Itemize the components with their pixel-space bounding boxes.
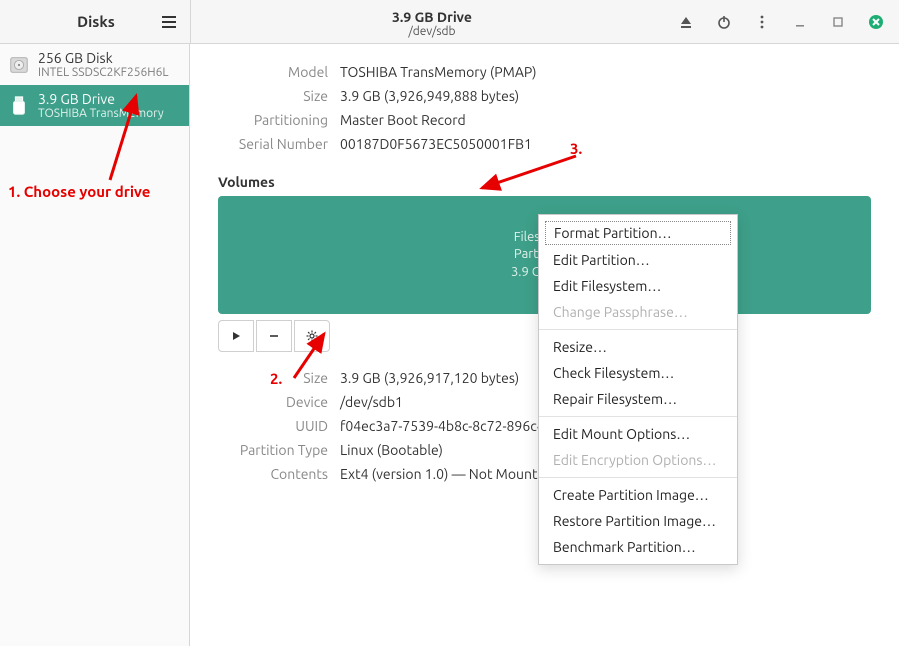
- menu-check-filesystem[interactable]: Check Filesystem…: [539, 360, 737, 386]
- drive-info-grid: Model TOSHIBA TransMemory (PMAP) Size 3.…: [218, 64, 871, 152]
- menu-repair-filesystem[interactable]: Repair Filesystem…: [539, 386, 737, 412]
- model-value: TOSHIBA TransMemory (PMAP): [340, 64, 871, 80]
- delete-partition-button[interactable]: [256, 320, 292, 352]
- menu-format-partition[interactable]: Format Partition…: [545, 221, 731, 245]
- part-contents-label: Contents: [218, 466, 328, 482]
- menu-separator: [539, 329, 737, 330]
- menu-change-passphrase: Change Passphrase…: [539, 299, 737, 325]
- usb-icon: [8, 93, 30, 119]
- drive-subtitle: /dev/sdb: [191, 25, 673, 38]
- menu-edit-filesystem[interactable]: Edit Filesystem…: [539, 273, 737, 299]
- menu-edit-mount-options[interactable]: Edit Mount Options…: [539, 421, 737, 447]
- part-size-label: Size: [218, 370, 328, 386]
- eject-icon[interactable]: [673, 9, 699, 35]
- menu-separator: [539, 477, 737, 478]
- gear-context-menu: Format Partition… Edit Partition… Edit F…: [538, 214, 738, 565]
- part-device-label: Device: [218, 394, 328, 410]
- partitioning-value: Master Boot Record: [340, 112, 871, 128]
- menu-edit-encryption-options: Edit Encryption Options…: [539, 447, 737, 473]
- sidebar-drive-usb[interactable]: 3.9 GB Drive TOSHIBA TransMemory: [0, 85, 189, 126]
- serial-label: Serial Number: [218, 136, 328, 152]
- hamburger-menu-icon[interactable]: [156, 9, 182, 35]
- main-panel: Model TOSHIBA TransMemory (PMAP) Size 3.…: [190, 44, 899, 646]
- hdd-icon: [8, 52, 30, 78]
- drive-sub: INTEL SSDSC2KF256H6L: [38, 66, 169, 79]
- drive-sidebar: 256 GB Disk INTEL SSDSC2KF256H6L 3.9 GB …: [0, 44, 190, 646]
- serial-value: 00187D0F5673EC5050001FB1: [340, 136, 871, 152]
- volumes-heading: Volumes: [218, 174, 871, 190]
- drive-sub: TOSHIBA TransMemory: [38, 107, 164, 120]
- menu-create-partition-image[interactable]: Create Partition Image…: [539, 482, 737, 508]
- drive-name: 3.9 GB Drive: [38, 91, 164, 107]
- kebab-menu-icon[interactable]: [749, 9, 775, 35]
- menu-separator: [539, 416, 737, 417]
- sidebar-drive-256gb[interactable]: 256 GB Disk INTEL SSDSC2KF256H6L: [0, 44, 189, 85]
- menu-benchmark-partition[interactable]: Benchmark Partition…: [539, 534, 737, 560]
- drive-name: 256 GB Disk: [38, 50, 169, 66]
- menu-edit-partition[interactable]: Edit Partition…: [539, 247, 737, 273]
- close-icon[interactable]: [863, 9, 889, 35]
- app-title: Disks: [42, 13, 150, 30]
- power-icon[interactable]: [711, 9, 737, 35]
- menu-resize[interactable]: Resize…: [539, 334, 737, 360]
- size-value: 3.9 GB (3,926,949,888 bytes): [340, 88, 871, 104]
- gear-button[interactable]: [294, 320, 330, 352]
- minimize-icon[interactable]: [787, 9, 813, 35]
- menu-restore-partition-image[interactable]: Restore Partition Image…: [539, 508, 737, 534]
- titlebar: Disks 3.9 GB Drive /dev/sdb: [0, 0, 899, 44]
- part-uuid-label: UUID: [218, 418, 328, 434]
- part-type-label: Partition Type: [218, 442, 328, 458]
- drive-title: 3.9 GB Drive: [191, 9, 673, 25]
- model-label: Model: [218, 64, 328, 80]
- maximize-icon[interactable]: [825, 9, 851, 35]
- size-label: Size: [218, 88, 328, 104]
- partitioning-label: Partitioning: [218, 112, 328, 128]
- titlebar-drive-info: 3.9 GB Drive /dev/sdb: [191, 5, 673, 38]
- mount-button[interactable]: [218, 320, 254, 352]
